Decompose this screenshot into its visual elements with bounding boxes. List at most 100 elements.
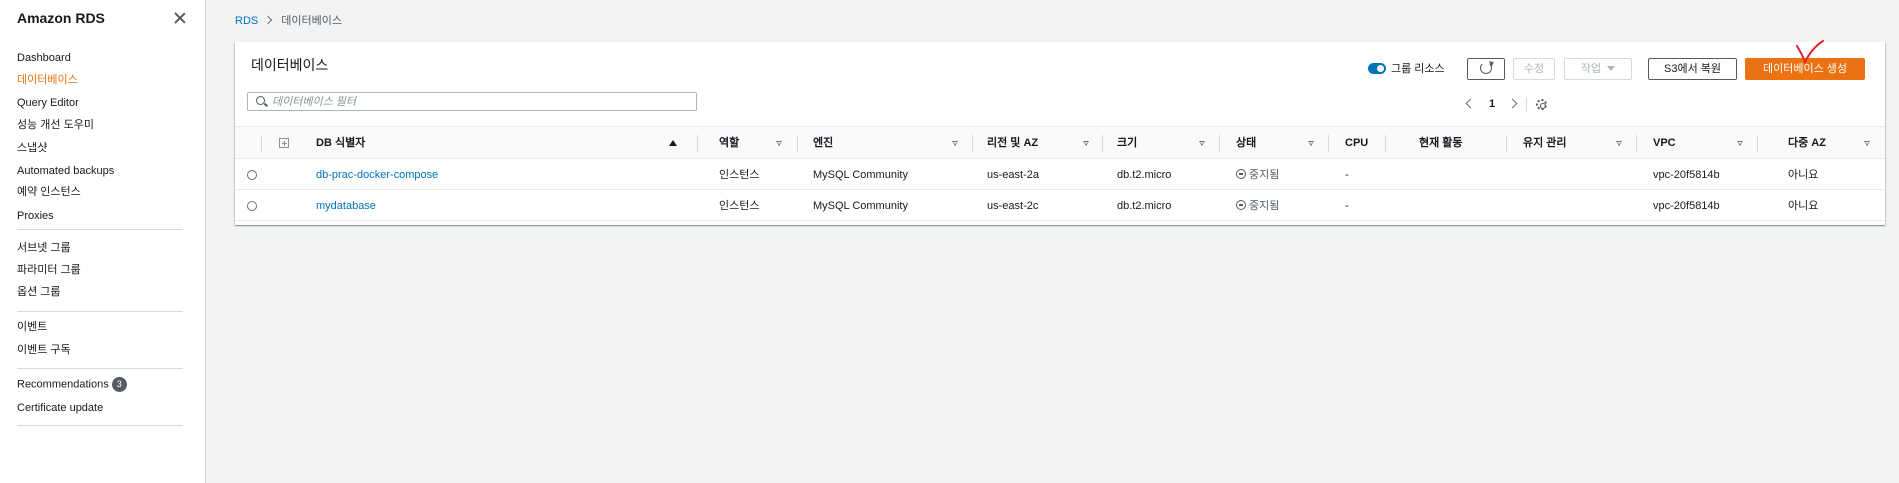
sort-icon[interactable] [1308,141,1314,146]
sidebar-item-events[interactable]: 이벤트 [17,320,47,334]
column-header-region-az[interactable]: 리전 및 AZ [987,127,1038,159]
sort-icon[interactable] [776,141,782,146]
status-cell: 중지됨 [1236,191,1279,221]
checkmark-annotation-icon [1796,40,1824,65]
sort-icon[interactable] [1083,141,1089,146]
sidebar-item-performance-insights[interactable]: 성능 개선 도우미 [17,118,94,132]
column-divider [797,135,798,152]
sidebar-title: Amazon RDS [17,10,105,26]
column-header-size[interactable]: 크기 [1117,127,1137,159]
column-divider [1102,135,1103,152]
sidebar-item-reserved-instances[interactable]: 예약 인스턴스 [17,185,81,199]
vpc-cell: vpc-20f5814b [1653,200,1720,212]
column-header-cpu[interactable]: CPU [1345,127,1368,159]
sidebar-divider [17,229,183,230]
cpu-cell: - [1345,200,1349,212]
refresh-icon [1480,62,1492,74]
sort-icon[interactable] [1616,141,1622,146]
sidebar-header: Amazon RDS [17,9,188,29]
role-cell: 인스턴스 [719,200,760,212]
column-header-db-identifier[interactable]: DB 식별자 [316,127,365,159]
modify-button[interactable]: 수정 [1513,58,1555,80]
column-divider [261,135,262,152]
region-az-cell: us-east-2c [987,200,1039,212]
region-az-cell: us-east-2a [987,169,1039,181]
count-badge: 3 [111,377,127,392]
search-icon [256,96,265,105]
group-resources-label: 그룹 리소스 [1391,63,1445,75]
sidebar-item-recommendations[interactable]: Recommendations 3 [17,377,127,392]
size-cell: db.t2.micro [1117,169,1172,181]
page-number[interactable]: 1 [1489,98,1495,110]
search-field[interactable] [247,92,697,111]
breadcrumb-current: 데이터베이스 [281,15,342,27]
search-input[interactable] [272,94,682,109]
sidebar-item-parameter-groups[interactable]: 파라미터 그룹 [17,263,81,277]
sidebar-item-proxies[interactable]: Proxies [17,209,54,223]
caret-down-icon [1607,66,1616,71]
sidebar-item-label: Recommendations [17,378,109,391]
sidebar-item-subnet-groups[interactable]: 서브넷 그룹 [17,241,71,255]
breadcrumb: RDS 데이터베이스 [235,14,342,28]
sort-icon[interactable] [1199,141,1205,146]
status-text: 중지됨 [1249,169,1280,181]
sort-ascending-icon[interactable] [669,140,677,146]
column-header-multi-az[interactable]: 다중 AZ [1788,127,1826,159]
table-row[interactable]: mydatabase 인스턴스 MySQL Community us-east-… [235,191,1885,221]
column-header-role[interactable]: 역할 [719,127,739,159]
next-page-icon[interactable] [1507,98,1518,109]
vpc-cell: vpc-20f5814b [1653,169,1720,181]
sidebar-item-query-editor[interactable]: Query Editor [17,96,79,110]
previous-page-icon[interactable] [1465,98,1476,109]
settings-gear-icon[interactable] [1536,99,1547,110]
sidebar-item-event-subscriptions[interactable]: 이벤트 구독 [17,343,71,357]
sidebar-divider [17,368,183,369]
column-divider [1757,135,1758,152]
sidebar-item-certificate-update[interactable]: Certificate update [17,401,103,415]
column-divider [1385,135,1386,152]
sidebar-divider [17,311,183,312]
group-resources-toggle[interactable] [1368,63,1386,74]
sort-icon[interactable] [1737,141,1743,146]
column-header-maintenance[interactable]: 유지 관리 [1523,127,1567,159]
column-divider [1219,135,1220,152]
databases-panel: 데이터베이스 그룹 리소스 수정 작업 S3에서 복원 데이터베이스 생성 1 … [235,42,1885,225]
chevron-right-icon [263,15,273,25]
multi-az-cell: 아니요 [1788,200,1819,212]
column-divider [1506,135,1507,152]
status-text: 중지됨 [1249,200,1280,212]
sidebar: Amazon RDS Dashboard 데이터베이스 Query Editor… [0,0,206,483]
stopped-status-icon [1236,200,1246,210]
page-title: 데이터베이스 [251,57,329,73]
sidebar-item-snapshots[interactable]: 스냅샷 [17,141,47,155]
column-divider [697,135,698,152]
column-header-vpc[interactable]: VPC [1653,127,1676,159]
table-header: DB 식별자 역할 엔진 리전 및 AZ 크기 상태 CPU 현재 활동 유지 … [235,127,1885,159]
status-cell: 중지됨 [1236,160,1279,190]
breadcrumb-rds-link[interactable]: RDS [235,15,258,27]
table-row[interactable]: db-prac-docker-compose 인스턴스 MySQL Commun… [235,160,1885,190]
column-divider [1328,135,1329,152]
engine-cell: MySQL Community [813,169,908,181]
sidebar-item-databases[interactable]: 데이터베이스 [17,73,78,87]
db-identifier-link[interactable]: mydatabase [316,191,376,221]
multi-az-cell: 아니요 [1788,169,1819,181]
sort-icon[interactable] [952,141,958,146]
sort-icon[interactable] [1864,141,1870,146]
actions-dropdown[interactable]: 작업 [1564,58,1632,80]
db-identifier-link[interactable]: db-prac-docker-compose [316,160,438,190]
stopped-status-icon [1236,169,1246,179]
column-header-status[interactable]: 상태 [1236,127,1256,159]
sidebar-item-automated-backups[interactable]: Automated backups [17,164,114,178]
row-select-radio[interactable] [247,170,257,180]
refresh-button[interactable] [1467,58,1505,80]
restore-from-s3-button[interactable]: S3에서 복원 [1648,58,1737,80]
close-icon[interactable] [172,10,188,26]
row-select-radio[interactable] [247,201,257,211]
size-cell: db.t2.micro [1117,200,1172,212]
sidebar-item-option-groups[interactable]: 옵션 그룹 [17,285,61,299]
sidebar-item-dashboard[interactable]: Dashboard [17,51,71,65]
expand-all-icon[interactable] [279,138,289,148]
column-header-engine[interactable]: 엔진 [813,127,833,159]
column-header-current-activity[interactable]: 현재 활동 [1419,127,1463,159]
